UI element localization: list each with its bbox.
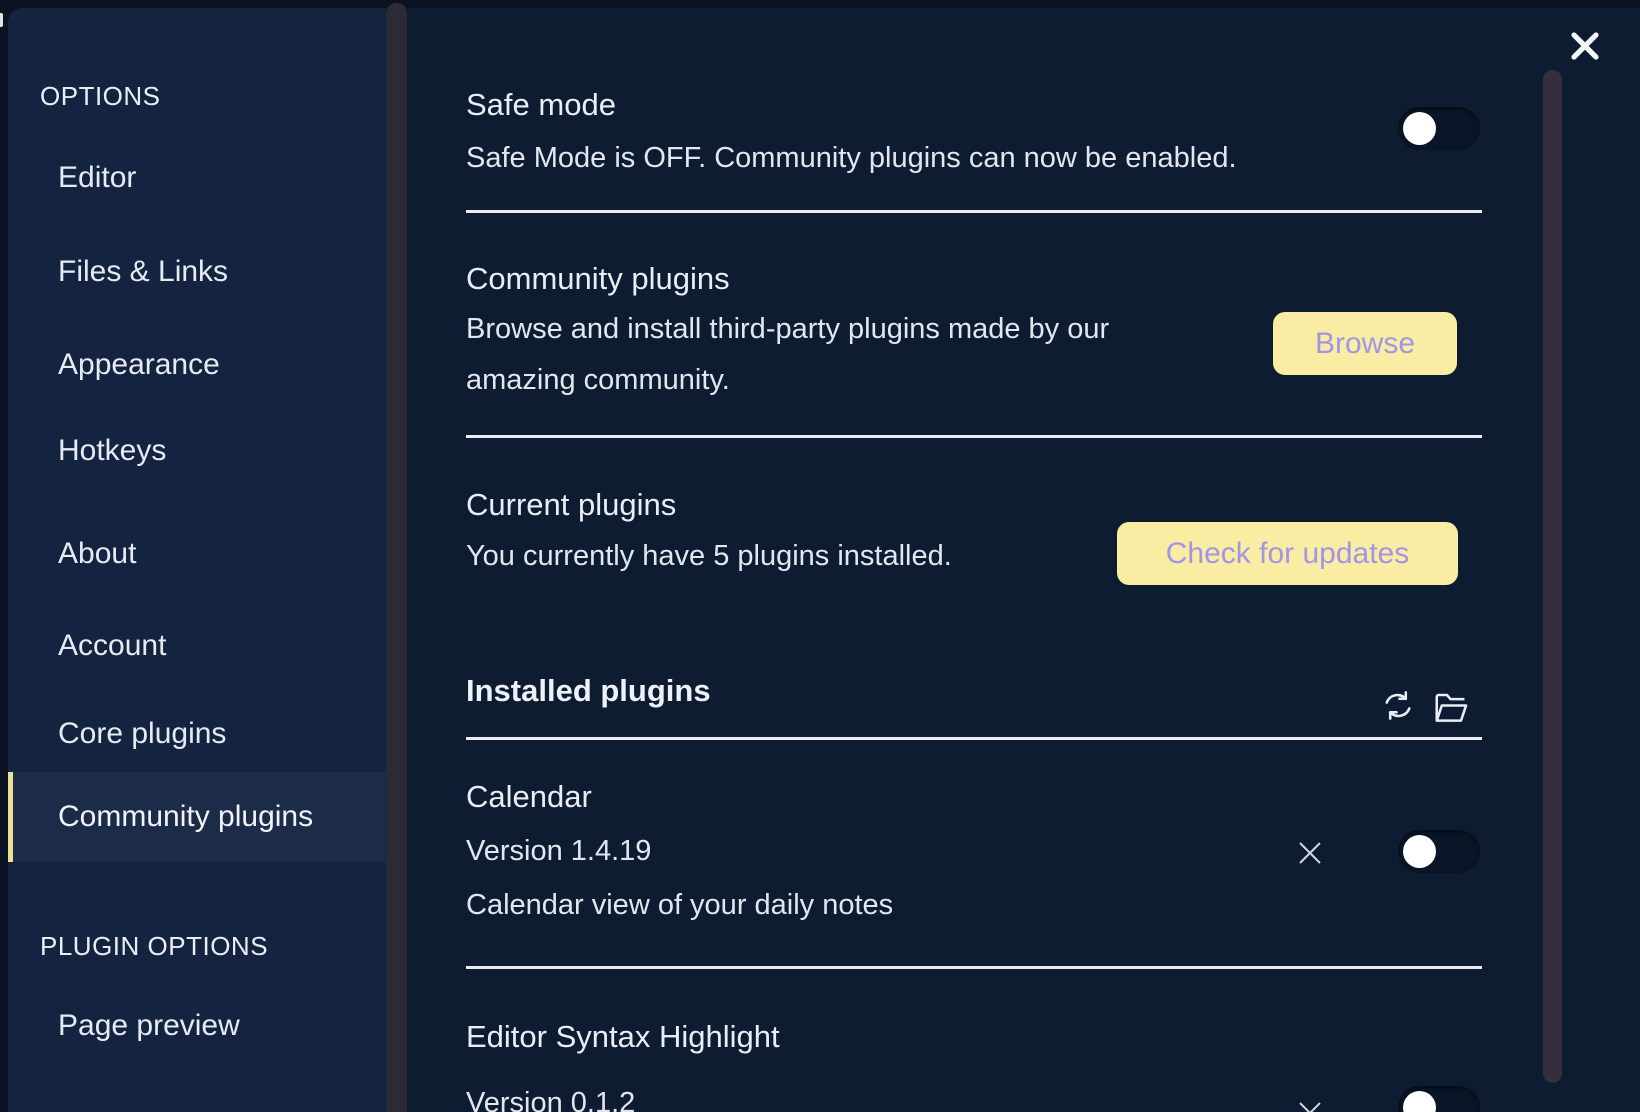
sidebar-item-appearance[interactable]: Appearance (58, 347, 220, 383)
sidebar-scrollbar[interactable] (386, 3, 407, 1112)
calendar-toggle[interactable] (1398, 830, 1480, 873)
setting-desc-community-plugins: Browse and install third-party plugins m… (466, 304, 1166, 406)
toggle-knob (1403, 112, 1436, 145)
plugin-version-calendar: Version 1.4.19 (466, 826, 651, 877)
sidebar-item-files-links[interactable]: Files & Links (58, 254, 228, 290)
window-edge-notch (0, 13, 3, 27)
settings-content: Safe mode Safe Mode is OFF. Community pl… (407, 8, 1640, 1112)
sidebar-item-core-plugins[interactable]: Core plugins (58, 716, 226, 752)
sidebar-item-community-plugins[interactable]: Community plugins (8, 772, 386, 862)
sidebar-section-plugin-options: PLUGIN OPTIONS (40, 930, 268, 962)
sidebar-item-editor[interactable]: Editor (58, 160, 136, 196)
selected-item-accent-bar (8, 772, 13, 862)
uninstall-icon[interactable] (1295, 838, 1325, 868)
close-icon[interactable] (1565, 26, 1605, 66)
divider (466, 966, 1482, 969)
divider (466, 210, 1482, 213)
sync-icon[interactable] (1380, 688, 1416, 731)
sidebar-item-about[interactable]: About (58, 536, 136, 572)
setting-name-current-plugins: Current plugins (466, 486, 676, 523)
installed-plugins-heading: Installed plugins (466, 672, 711, 709)
sidebar-item-account[interactable]: Account (58, 628, 166, 664)
divider (466, 435, 1482, 438)
folder-icon[interactable] (1432, 690, 1470, 731)
check-for-updates-button[interactable]: Check for updates (1117, 522, 1458, 585)
uninstall-icon[interactable] (1295, 1098, 1325, 1112)
toggle-knob (1403, 835, 1436, 868)
plugin-name-calendar: Calendar (466, 778, 592, 815)
sidebar-item-page-preview[interactable]: Page preview (58, 1008, 240, 1044)
plugin-version-editor-syntax-highlight: Version 0.1.2 (466, 1086, 635, 1112)
browse-button[interactable]: Browse (1273, 312, 1457, 375)
divider (466, 737, 1482, 740)
settings-sidebar: OPTIONS Editor Files & Links Appearance … (8, 8, 386, 1112)
sidebar-section-options: OPTIONS (40, 80, 161, 112)
sidebar-item-hotkeys[interactable]: Hotkeys (58, 433, 166, 469)
safe-mode-toggle[interactable] (1398, 107, 1480, 150)
sidebar-item-label: Community plugins (58, 800, 313, 834)
content-scrollbar[interactable] (1543, 70, 1562, 1083)
setting-name-safe-mode: Safe mode (466, 86, 616, 123)
settings-backdrop: OPTIONS Editor Files & Links Appearance … (0, 0, 1640, 1112)
plugin-desc-calendar: Calendar view of your daily notes (466, 880, 893, 931)
toggle-knob (1403, 1091, 1436, 1112)
setting-desc-safe-mode: Safe Mode is OFF. Community plugins can … (466, 133, 1237, 184)
setting-name-community-plugins: Community plugins (466, 260, 730, 297)
editor-syntax-highlight-toggle[interactable] (1398, 1086, 1480, 1112)
setting-desc-current-plugins: You currently have 5 plugins installed. (466, 531, 952, 582)
plugin-name-editor-syntax-highlight: Editor Syntax Highlight (466, 1018, 780, 1055)
